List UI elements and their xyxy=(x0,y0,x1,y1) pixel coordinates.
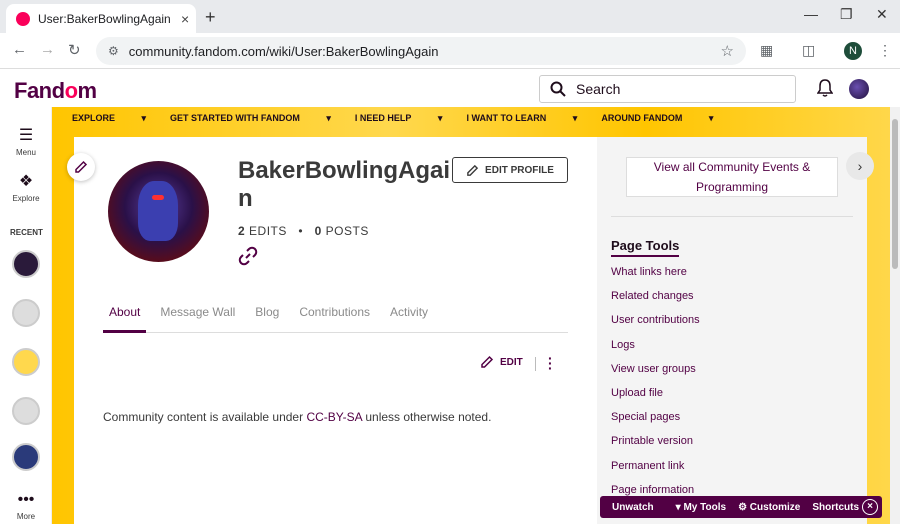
restore-icon[interactable]: ❐ xyxy=(840,6,853,23)
url-field[interactable]: ⚙ community.fandom.com/wiki/User:BakerBo… xyxy=(96,37,746,65)
license-link[interactable]: CC-BY-SA xyxy=(306,410,362,424)
recent-wiki-thumb[interactable] xyxy=(12,299,40,327)
shortcuts-button[interactable]: Shortcuts xyxy=(812,502,859,513)
chevron-right-icon[interactable]: › xyxy=(846,152,874,180)
page-tool-link[interactable]: What links here xyxy=(611,266,700,290)
page-tool-link[interactable]: User contributions xyxy=(611,314,700,338)
window-close-icon[interactable]: ✕ xyxy=(876,6,888,23)
forward-icon[interactable]: → xyxy=(40,41,55,58)
link-icon[interactable] xyxy=(238,246,258,266)
nav-i-want-to-learn[interactable]: I WANT TO LEARN ▾ xyxy=(466,113,577,124)
tab-title: User:BakerBowlingAgain | Com xyxy=(38,11,173,26)
unwatch-button[interactable]: Unwatch xyxy=(612,502,654,513)
page-tool-link[interactable]: View user groups xyxy=(611,363,700,387)
recent-wiki-thumb[interactable] xyxy=(12,397,40,425)
edit-profile-button[interactable]: EDIT PROFILE xyxy=(452,157,568,183)
fandom-header: Fandom Search xyxy=(0,70,900,107)
posts-count: 0 xyxy=(314,224,322,238)
page-tool-link[interactable]: Special pages xyxy=(611,411,700,435)
search-input[interactable]: Search xyxy=(539,75,796,103)
toolbar-close-icon[interactable]: × xyxy=(862,499,878,515)
browser-menu-icon[interactable]: ⋮ xyxy=(878,42,892,59)
nav-explore[interactable]: EXPLORE ▾ xyxy=(72,113,146,124)
my-tools-button[interactable]: ▾ My Tools xyxy=(676,502,726,513)
tab-search-icon[interactable]: ◫ xyxy=(802,42,815,59)
search-icon xyxy=(550,81,566,97)
new-tab-icon[interactable]: + xyxy=(205,7,216,28)
reload-icon[interactable]: ↻ xyxy=(68,41,81,59)
divider xyxy=(535,357,536,371)
tab-blog[interactable]: Blog xyxy=(255,300,279,333)
profile-username: BakerBowlingAgain xyxy=(238,157,451,212)
edit-page-button[interactable] xyxy=(67,153,95,181)
page-tool-link[interactable]: Printable version xyxy=(611,435,700,459)
tab-close-icon[interactable]: × xyxy=(181,11,189,27)
tab-activity[interactable]: Activity xyxy=(390,300,428,333)
more-dots-icon: ••• xyxy=(17,491,35,508)
page-tool-link[interactable]: Logs xyxy=(611,339,700,363)
explore-button[interactable]: ❖ Explore xyxy=(0,171,52,203)
minimize-icon[interactable]: — xyxy=(804,6,818,22)
page-tools-heading: Page Tools xyxy=(611,238,680,257)
license-text: Community content is available under CC-… xyxy=(103,410,492,424)
compass-icon: ❖ xyxy=(18,173,34,190)
bottom-toolbar: Unwatch ▾ My Tools ⚙ Customize Shortcuts… xyxy=(600,496,882,518)
more-button[interactable]: ••• More xyxy=(0,491,52,521)
search-placeholder: Search xyxy=(576,81,621,97)
nav-get-started[interactable]: GET STARTED WITH FANDOM ▾ xyxy=(170,113,331,124)
page-scrollbar[interactable] xyxy=(890,107,900,524)
page-tool-link[interactable]: Permanent link xyxy=(611,460,700,484)
fandom-favicon-icon xyxy=(16,11,30,26)
notifications-bell-icon[interactable] xyxy=(817,79,833,97)
browser-profile-avatar[interactable]: N xyxy=(844,42,862,60)
back-icon[interactable]: ← xyxy=(12,41,27,58)
bookmark-star-icon[interactable]: ☆ xyxy=(721,42,734,60)
hamburger-icon: ☰ xyxy=(18,127,34,144)
address-bar-row: ← → ↻ ⚙ community.fandom.com/wiki/User:B… xyxy=(0,33,900,69)
profile-stats: 2 EDITS • 0 POSTS xyxy=(238,224,369,238)
divider xyxy=(611,216,853,217)
browser-tab-strip: User:BakerBowlingAgain | Com × + — ❐ ✕ xyxy=(0,0,900,33)
recent-wiki-thumb[interactable] xyxy=(12,348,40,376)
tab-about[interactable]: About xyxy=(103,300,147,333)
profile-avatar xyxy=(108,161,209,262)
edits-count: 2 xyxy=(238,224,246,238)
menu-button[interactable]: ☰ Menu xyxy=(0,125,52,157)
nav-i-need-help[interactable]: I NEED HELP ▾ xyxy=(355,113,443,124)
browser-tab[interactable]: User:BakerBowlingAgain | Com × xyxy=(6,4,196,33)
recent-wiki-thumb[interactable] xyxy=(12,443,40,471)
tab-message-wall[interactable]: Message Wall xyxy=(160,300,235,333)
customize-button[interactable]: ⚙ Customize xyxy=(738,502,800,513)
fandom-logo[interactable]: Fandom xyxy=(14,78,97,104)
pencil-icon xyxy=(467,164,479,176)
url-text: community.fandom.com/wiki/User:BakerBowl… xyxy=(128,43,439,59)
user-avatar[interactable] xyxy=(849,79,869,99)
more-actions-icon[interactable]: · · · xyxy=(548,351,553,375)
page-tool-link[interactable]: Related changes xyxy=(611,290,700,314)
community-events-button[interactable]: View all Community Events & Programming xyxy=(626,157,838,197)
community-nav: EXPLORE ▾ GET STARTED WITH FANDOM ▾ I NE… xyxy=(72,107,713,129)
site-info-icon[interactable]: ⚙ xyxy=(108,44,119,58)
extensions-icon[interactable]: ▦ xyxy=(760,42,773,59)
tab-contributions[interactable]: Contributions xyxy=(299,300,370,333)
nav-around-fandom[interactable]: AROUND FANDOM ▾ xyxy=(601,113,713,124)
page-tools-list: What links here Related changes User con… xyxy=(611,266,700,508)
page-tool-link[interactable]: Upload file xyxy=(611,387,700,411)
pencil-icon xyxy=(481,355,494,368)
pencil-icon xyxy=(75,160,88,173)
profile-tabs: About Message Wall Blog Contributions Ac… xyxy=(103,300,568,333)
edit-button[interactable]: EDIT xyxy=(480,355,523,369)
left-rail: ☰ Menu ❖ Explore RECENT ••• More xyxy=(0,107,52,524)
recent-wiki-thumb[interactable] xyxy=(12,250,40,278)
recent-heading: RECENT xyxy=(10,228,43,237)
